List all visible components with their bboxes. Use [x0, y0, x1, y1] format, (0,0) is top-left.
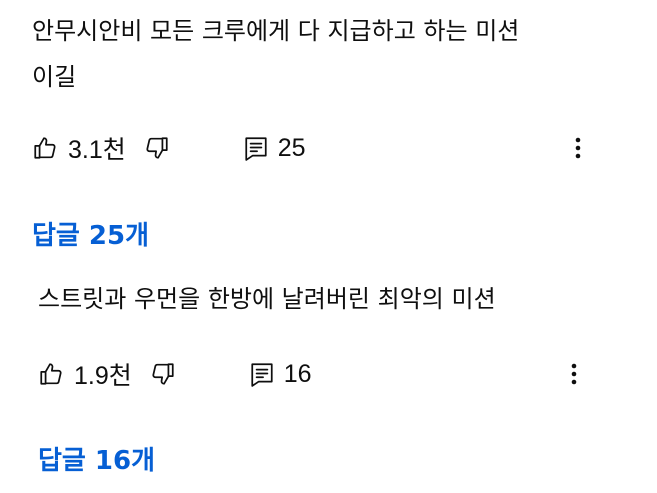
- like-button[interactable]: 3.1천: [32, 130, 126, 166]
- reply-button[interactable]: 16: [250, 360, 312, 389]
- more-vertical-icon: [571, 362, 577, 386]
- comment-icon: [244, 135, 268, 161]
- comment-icon: [250, 361, 274, 387]
- dislike-button[interactable]: [150, 361, 176, 387]
- more-options-button[interactable]: [564, 356, 584, 392]
- view-replies-link[interactable]: 답글 25개: [32, 215, 149, 252]
- comment-actions: 1.9천 16: [38, 356, 628, 392]
- thumbs-up-icon: [38, 361, 64, 387]
- more-options-button[interactable]: [568, 130, 588, 166]
- comment-actions: 3.1천 25: [32, 130, 622, 166]
- thumbs-down-icon: [150, 361, 176, 387]
- comment-text: 안무시안비 모든 크루에게 다 지급하고 하는 미션 이길: [32, 17, 520, 91]
- like-count: 1.9천: [74, 362, 132, 390]
- comment-text: 스트릿과 우먼을 한방에 날려버린 최악의 미션: [38, 285, 496, 313]
- like-button[interactable]: 1.9천: [38, 356, 132, 392]
- thumbs-up-icon: [32, 135, 58, 161]
- thumbs-down-icon: [144, 135, 170, 161]
- reply-button[interactable]: 25: [244, 134, 306, 163]
- more-vertical-icon: [575, 136, 581, 160]
- reply-count: 16: [283, 359, 312, 388]
- like-count: 3.1천: [68, 136, 126, 164]
- reply-count: 25: [277, 133, 306, 162]
- dislike-button[interactable]: [144, 135, 170, 161]
- view-replies-link[interactable]: 답글 16개: [38, 440, 155, 477]
